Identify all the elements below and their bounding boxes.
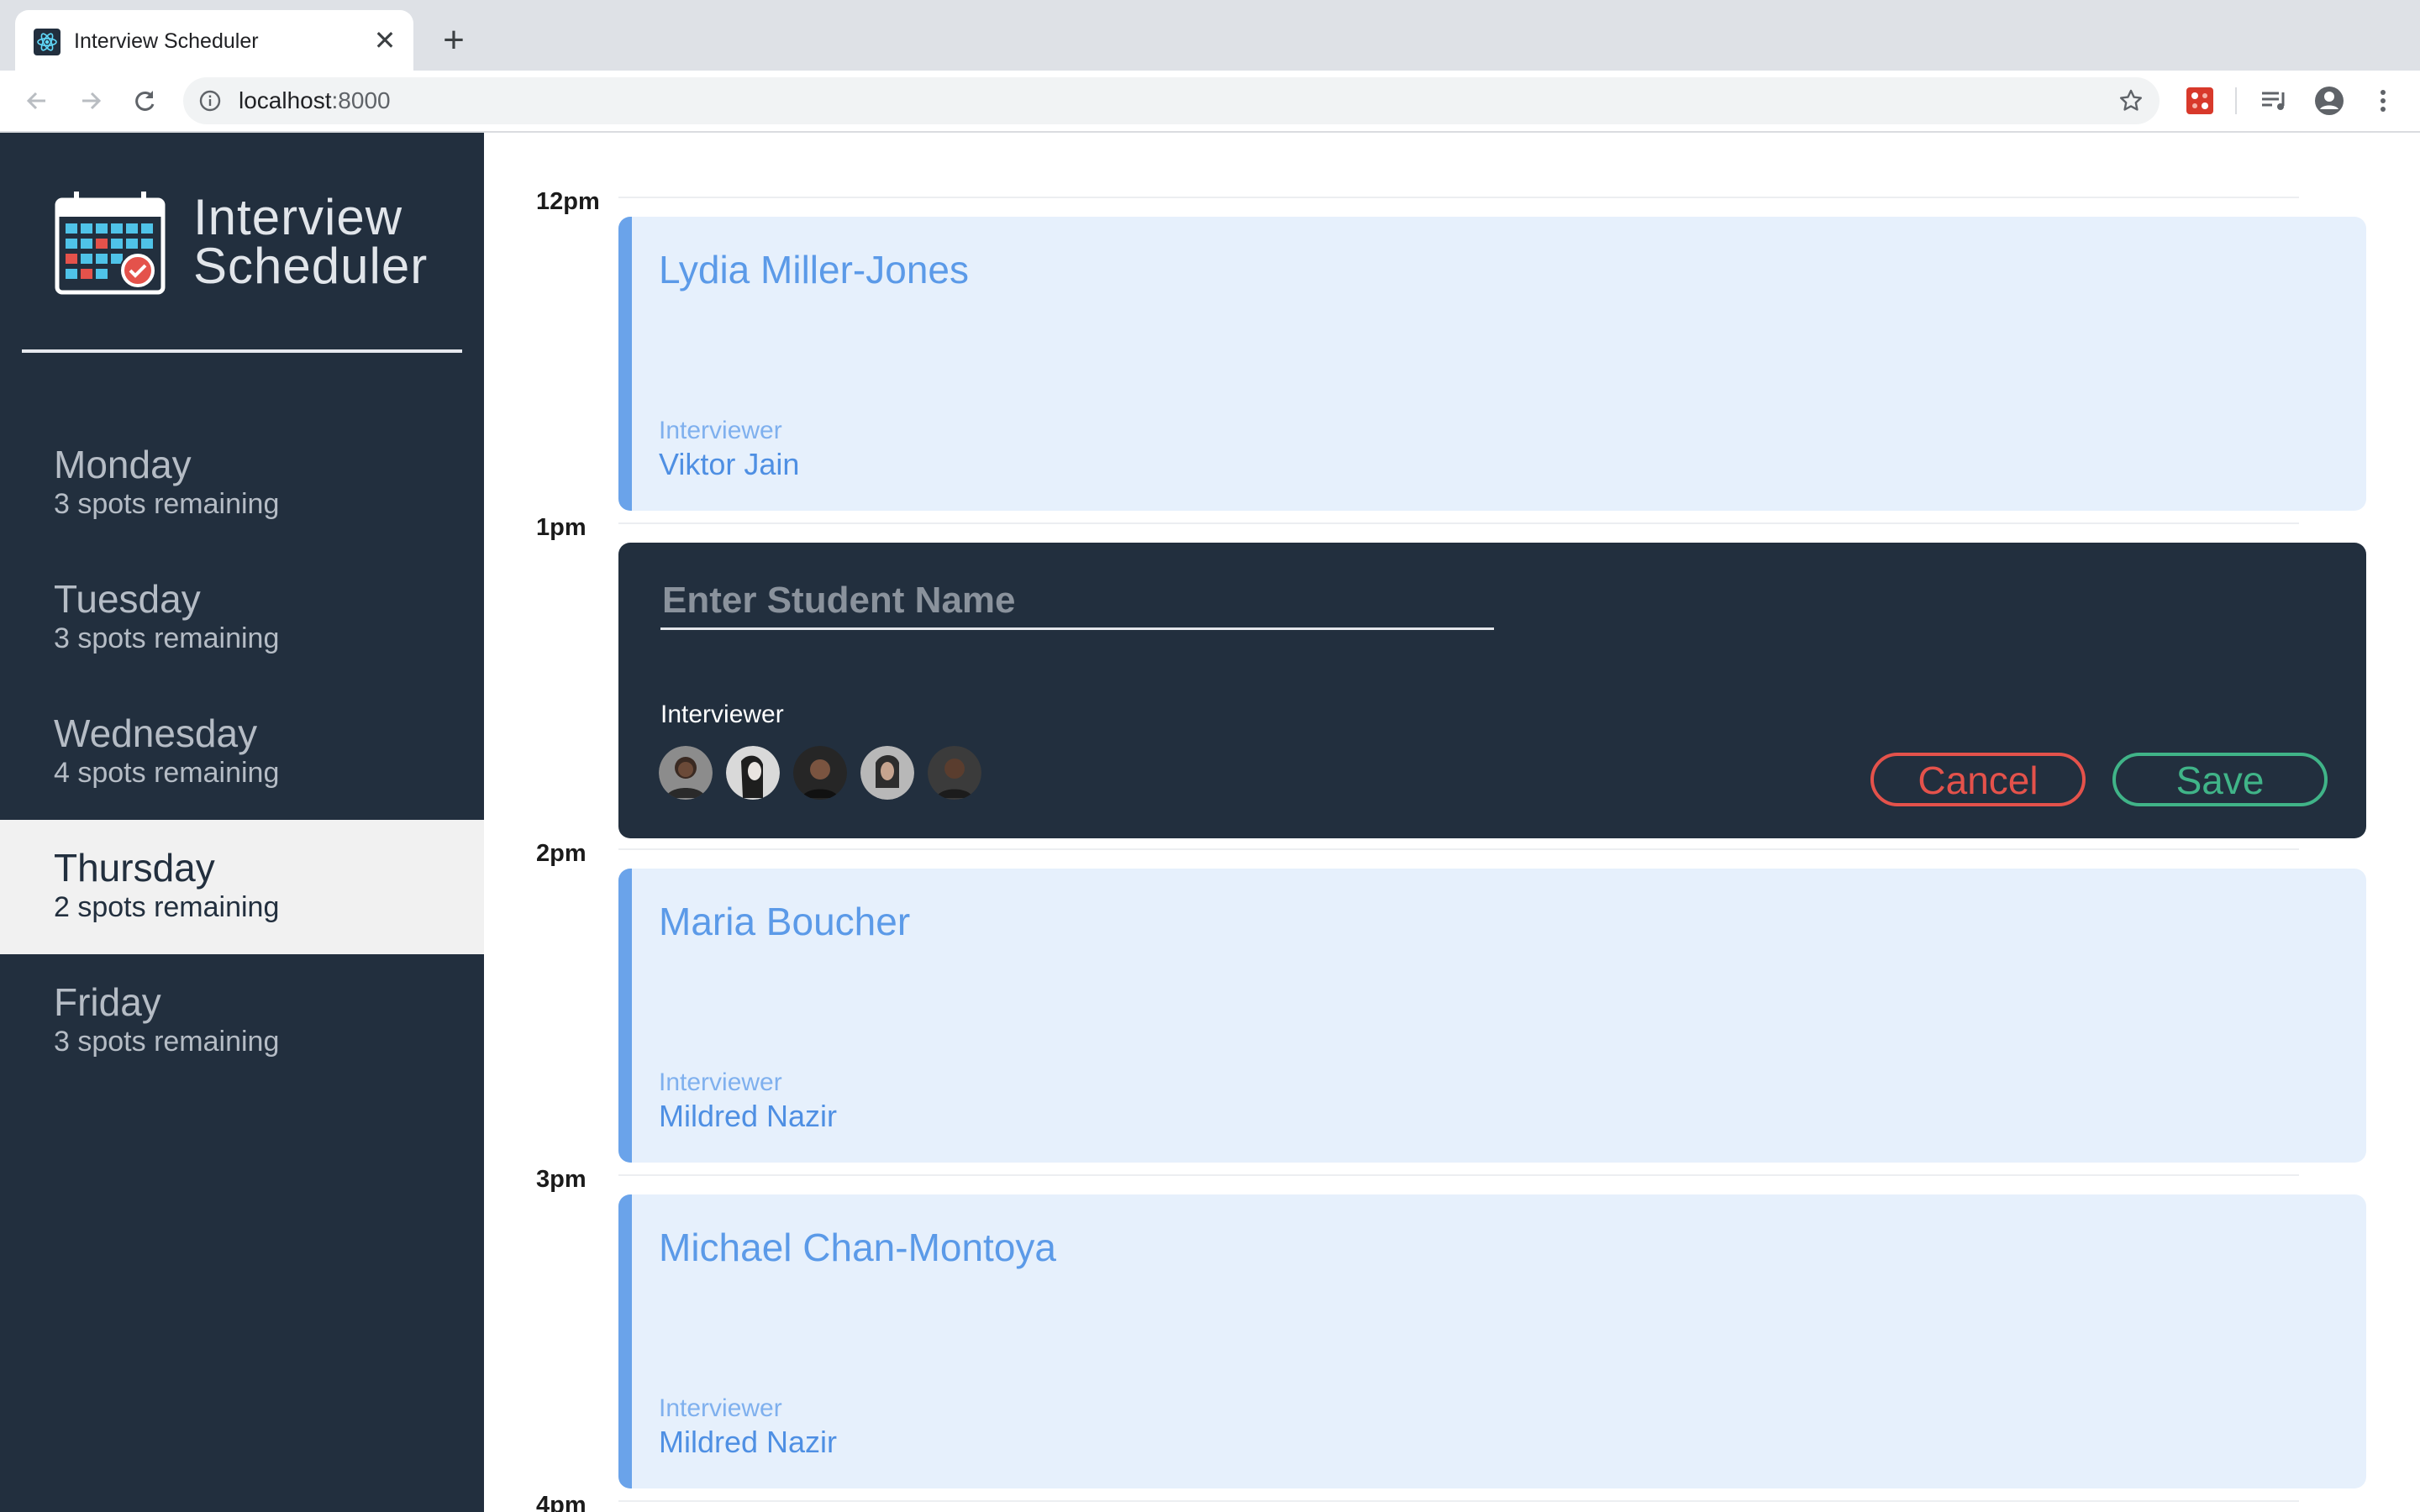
appointment-card[interactable]: Lydia Miller-Jones Interviewer Viktor Ja… — [618, 217, 2366, 511]
forward-arrow-icon[interactable] — [72, 82, 109, 119]
hour-separator — [618, 1174, 2299, 1176]
appointment-card[interactable]: Maria Boucher Interviewer Mildred Nazir — [618, 869, 2366, 1163]
day-spots: 3 spots remaining — [54, 622, 280, 654]
logo-line-1: Interview — [193, 189, 403, 245]
hour-label: 3pm — [536, 1166, 587, 1193]
hour-separator — [618, 848, 2299, 850]
hour-separator — [618, 522, 2299, 524]
day-spots: 4 spots remaining — [54, 757, 280, 789]
hour-separator — [618, 197, 2299, 198]
day-item-tuesday[interactable]: Tuesday 3 spots remaining — [0, 551, 484, 685]
sidebar-divider — [22, 349, 462, 353]
browser-toolbar: localhost:8000 — [0, 71, 2420, 133]
schedule: 12pm Lydia Miller-Jones Interviewer Vikt… — [484, 133, 2420, 1512]
address-bar[interactable]: localhost:8000 — [183, 77, 2160, 124]
day-name: Tuesday — [54, 577, 201, 621]
appointment-form: Interviewer Cancel Save — [618, 543, 2366, 838]
profile-avatar-icon[interactable] — [2311, 82, 2348, 119]
interviewer-name: Mildred Nazir — [659, 1425, 838, 1459]
url-host: localhost — [239, 87, 332, 113]
tab-close-icon[interactable]: ✕ — [368, 24, 402, 57]
interviewer-label: Interviewer — [659, 1068, 782, 1096]
back-arrow-icon[interactable] — [18, 82, 55, 119]
interviewer-label: Interviewer — [659, 1394, 782, 1422]
day-item-wednesday[interactable]: Wednesday 4 spots remaining — [0, 685, 484, 820]
hour-label: 12pm — [536, 188, 600, 215]
day-spots: 3 spots remaining — [54, 488, 280, 520]
browser-menu-icon[interactable] — [2365, 82, 2402, 119]
extension-icon[interactable] — [2181, 82, 2218, 119]
react-favicon-icon — [34, 29, 60, 55]
url-port: :8000 — [331, 87, 391, 113]
app-logo-text: Interview Scheduler — [193, 189, 429, 294]
interviewer-avatar[interactable] — [793, 746, 847, 800]
day-item-friday[interactable]: Friday 3 spots remaining — [0, 954, 484, 1089]
interviewer-label: Interviewer — [660, 701, 784, 728]
interviewer-avatar[interactable] — [860, 746, 914, 800]
day-spots: 3 spots remaining — [54, 1026, 280, 1058]
browser-tab[interactable]: Interview Scheduler ✕ — [15, 10, 413, 71]
calendar-logo-icon — [55, 192, 166, 295]
day-name: Thursday — [54, 846, 215, 890]
new-tab-button[interactable]: + — [435, 22, 472, 59]
tab-title: Interview Scheduler — [74, 29, 259, 53]
hour-separator — [618, 1500, 2299, 1502]
day-spots: 2 spots remaining — [54, 891, 280, 923]
day-item-monday[interactable]: Monday 3 spots remaining — [0, 417, 484, 551]
day-name: Wednesday — [54, 711, 258, 755]
day-name: Monday — [54, 443, 192, 486]
cancel-button[interactable]: Cancel — [1870, 753, 2086, 806]
save-button[interactable]: Save — [2112, 753, 2328, 806]
hour-label: 1pm — [536, 514, 587, 541]
student-name: Michael Chan-Montoya — [659, 1226, 1057, 1269]
appointment-card[interactable]: Michael Chan-Montoya Interviewer Mildred… — [618, 1194, 2366, 1488]
student-name-input[interactable] — [660, 573, 1494, 630]
bookmark-star-icon[interactable] — [2118, 87, 2144, 114]
interviewer-name: Viktor Jain — [659, 447, 800, 481]
student-name: Lydia Miller-Jones — [659, 248, 969, 291]
site-info-icon[interactable] — [198, 89, 222, 113]
media-queue-icon[interactable] — [2255, 82, 2292, 119]
url-text: localhost:8000 — [239, 88, 391, 113]
interviewer-avatar[interactable] — [659, 746, 713, 800]
toolbar-divider — [2235, 87, 2237, 114]
student-name: Maria Boucher — [659, 900, 911, 943]
interviewer-avatar[interactable] — [726, 746, 780, 800]
reload-icon[interactable] — [126, 82, 163, 119]
interviewer-label: Interviewer — [659, 417, 782, 444]
sidebar: Interview Scheduler Monday 3 spots remai… — [0, 133, 484, 1512]
interviewer-avatar[interactable] — [928, 746, 981, 800]
logo-line-2: Scheduler — [193, 238, 429, 294]
day-list: Monday 3 spots remaining Tuesday 3 spots… — [0, 417, 484, 1089]
interviewer-name: Mildred Nazir — [659, 1099, 838, 1133]
day-name: Friday — [54, 980, 161, 1024]
browser-tabstrip: Interview Scheduler ✕ + — [0, 0, 2420, 71]
hour-label: 4pm — [536, 1492, 587, 1512]
hour-label: 2pm — [536, 840, 587, 867]
day-item-thursday[interactable]: Thursday 2 spots remaining — [0, 820, 484, 954]
